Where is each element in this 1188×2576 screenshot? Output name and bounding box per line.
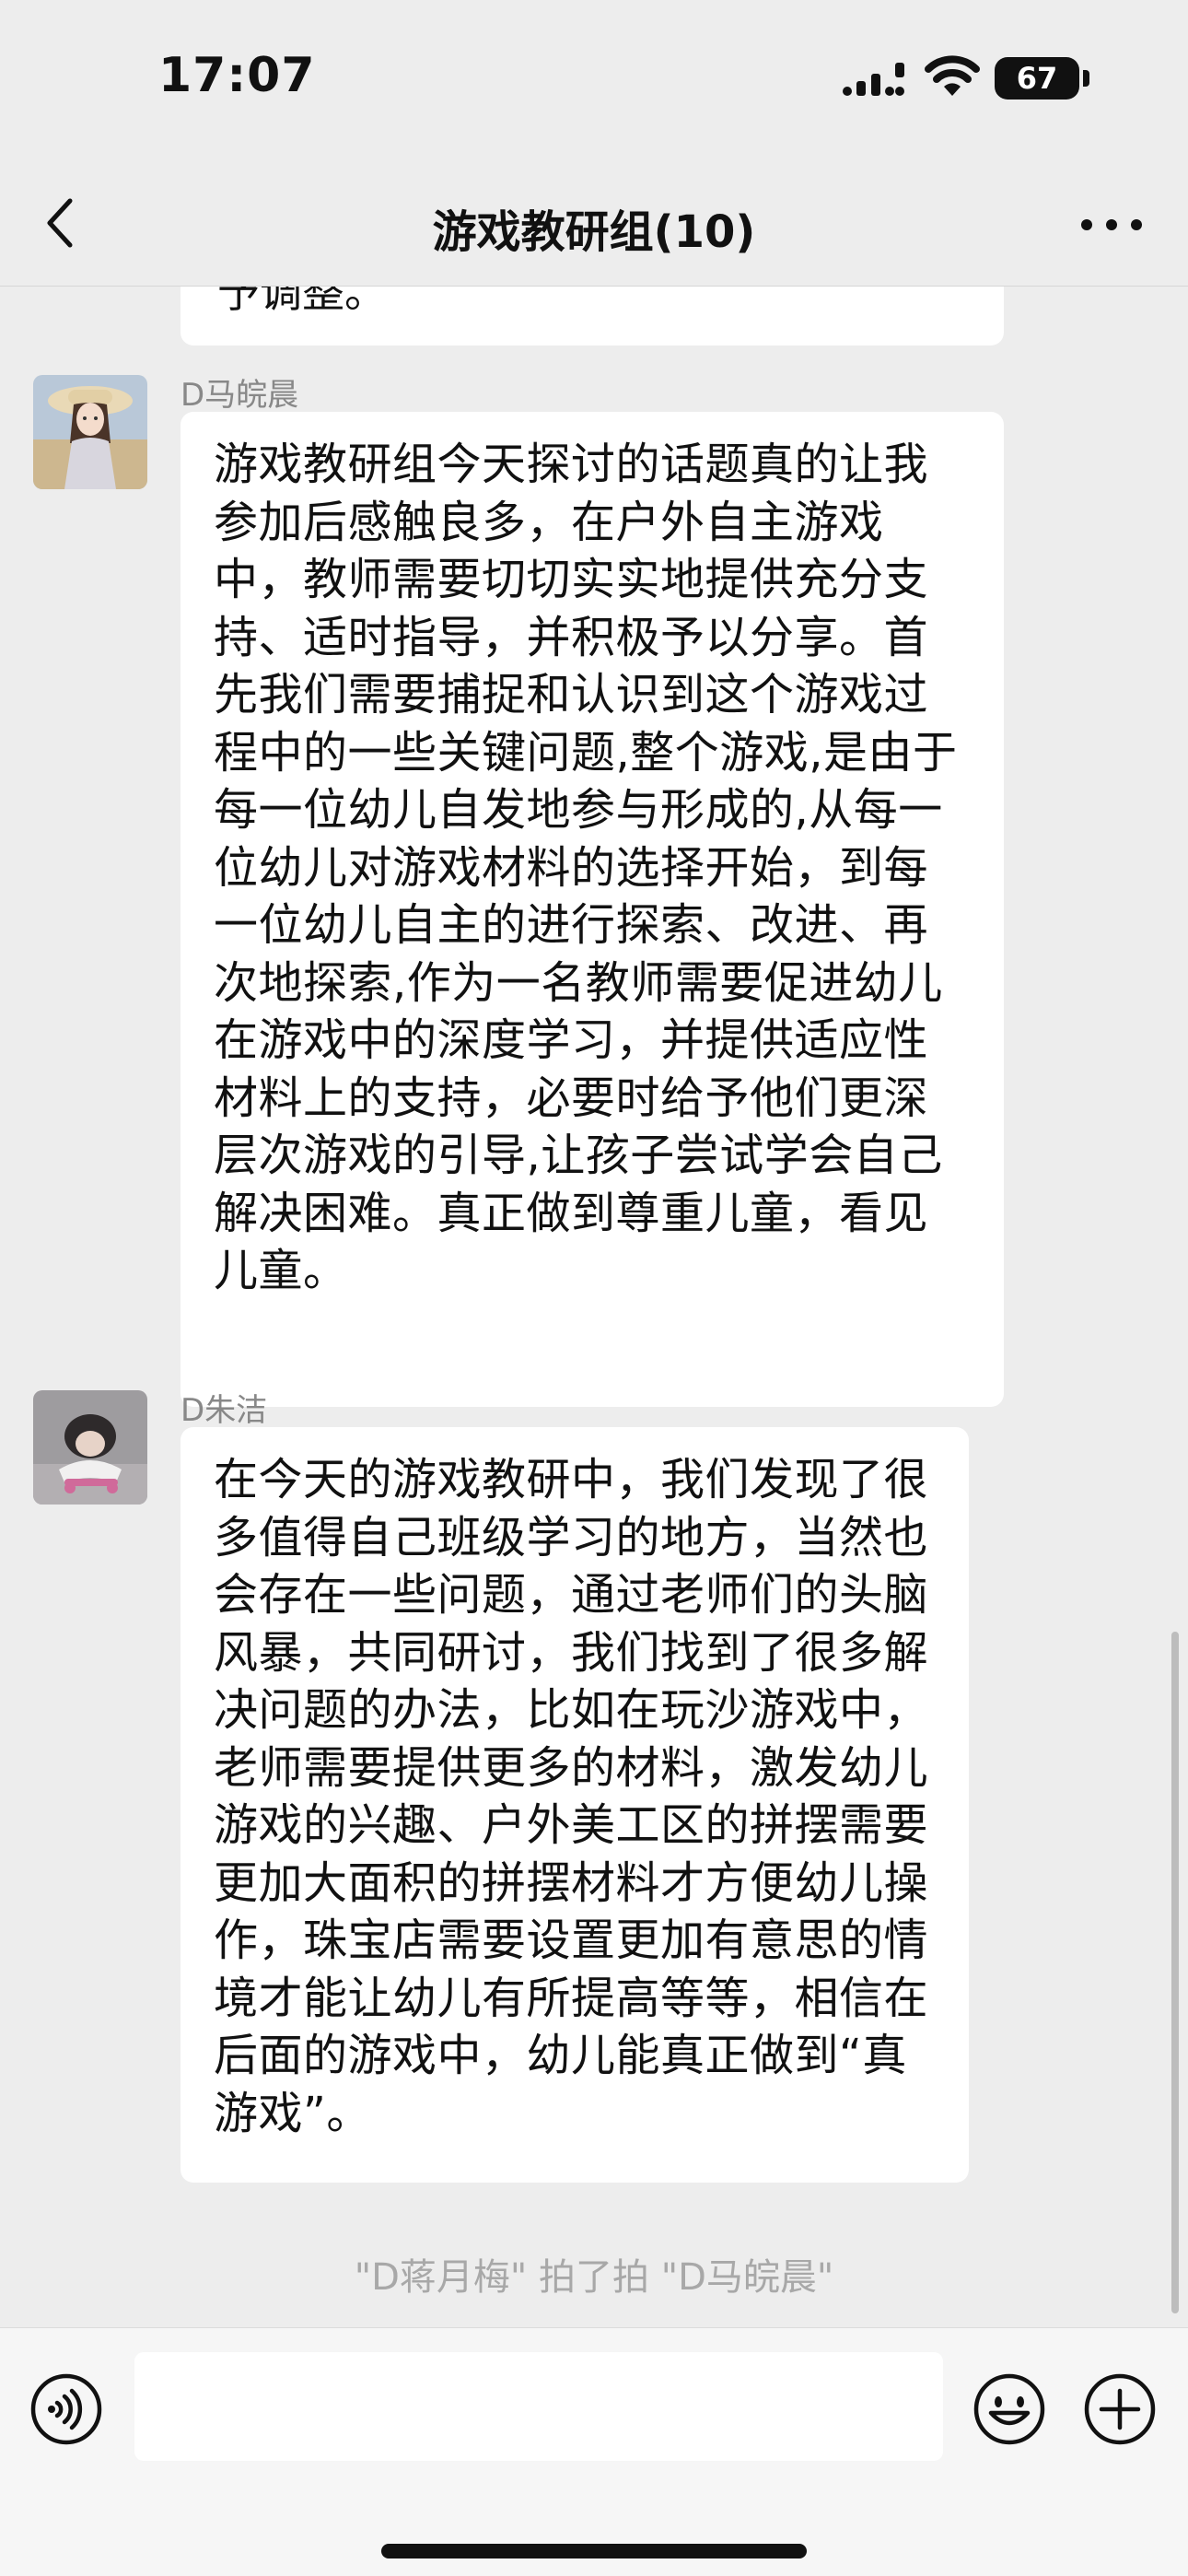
nav-bar: 游戏教研组(10) [0,157,1188,287]
status-time: 17:07 [158,48,316,103]
previous-message-text: 予调整。 [217,287,387,317]
cellular-signal-icon [843,63,904,96]
chat-scrollbar[interactable] [1171,1632,1179,2313]
emoji-smile-icon[interactable] [973,2372,1046,2446]
chat-message-list[interactable]: 予调整。 D马皖晨 游戏教研组今天探讨的话题真的让我参加后感触良多，在户外自主游… [0,287,1188,2327]
message-input[interactable] [134,2352,943,2461]
message-bubble[interactable]: 游戏教研组今天探讨的话题真的让我参加后感触良多，在户外自主游戏中，教师需要切切实… [181,412,1004,1407]
plus-circle-icon[interactable] [1083,2372,1157,2446]
sender-name: D马皖晨 [181,377,299,414]
message-text: 在今天的游戏教研中，我们发现了很多值得自己班级学习的地方，当然也会存在一些问题，… [214,1454,929,2139]
sender-name: D朱洁 [181,1392,268,1429]
input-bar [0,2327,1188,2576]
avatar-cartoon-figure-image [33,1390,147,1505]
more-dots-icon[interactable] [1079,217,1144,232]
voice-input-icon[interactable] [29,2372,103,2446]
battery-tip [1083,70,1089,87]
battery-indicator: 67 [995,57,1079,100]
avatar[interactable] [33,375,147,489]
chat-title: 游戏教研组(10) [432,206,756,258]
wifi-icon [925,55,980,96]
system-pat-notice: "D蒋月梅" 拍了拍 "D马皖晨" [354,2256,834,2299]
avatar[interactable] [33,1390,147,1505]
home-indicator[interactable] [381,2544,807,2558]
previous-message-bubble[interactable]: 予调整。 [181,287,1004,345]
chat-screen: 17:07 67 游戏教研组(10) 予调整。 D马皖晨 游戏教研组今天探讨的话… [0,0,1188,2576]
message-text: 游戏教研组今天探讨的话题真的让我参加后感触良多，在户外自主游戏中，教师需要切切实… [214,439,958,1296]
message-bubble[interactable]: 在今天的游戏教研中，我们发现了很多值得自己班级学习的地方，当然也会存在一些问题，… [181,1427,969,2183]
status-bar: 17:07 67 [0,0,1188,157]
avatar-girl-hat-image [33,375,147,489]
